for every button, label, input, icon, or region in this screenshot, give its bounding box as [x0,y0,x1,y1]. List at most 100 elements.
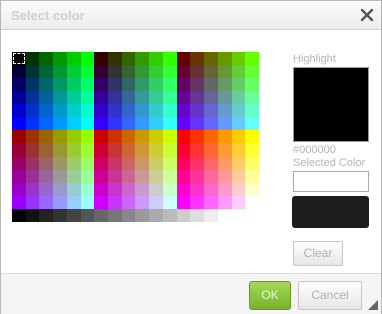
color-swatch-cell[interactable] [162,91,177,105]
color-swatch-cell[interactable] [135,169,150,183]
color-swatch-cell[interactable] [162,143,177,157]
color-swatch-cell[interactable] [94,156,109,170]
color-swatch-cell[interactable] [12,52,26,66]
color-swatch-cell[interactable] [12,182,26,196]
color-swatch-cell[interactable] [217,117,232,131]
color-swatch-cell[interactable] [66,65,81,79]
color-swatch-cell[interactable] [12,169,26,183]
color-swatch-cell[interactable] [108,52,122,66]
color-swatch-cell[interactable] [245,91,259,105]
color-swatch-cell[interactable] [66,104,81,118]
color-swatch-cell[interactable] [135,143,150,157]
color-swatch-cell[interactable] [217,130,232,144]
color-swatch-cell[interactable] [149,91,163,105]
color-swatch-cell[interactable] [231,78,246,92]
color-swatch-cell[interactable] [162,65,177,79]
color-swatch-cell[interactable] [108,78,122,92]
color-swatch-cell[interactable] [53,91,67,105]
color-swatch-cell[interactable] [149,195,163,209]
close-icon[interactable] [359,7,375,23]
color-swatch-cell[interactable] [53,52,67,66]
color-swatch-cell[interactable] [80,117,95,131]
color-swatch-cell[interactable] [39,182,54,196]
color-swatch-cell[interactable] [108,143,122,157]
color-swatch-cell[interactable] [121,117,136,131]
ok-button[interactable]: OK [249,281,291,310]
color-swatch-cell[interactable] [190,182,205,196]
color-swatch-cell[interactable] [66,182,81,196]
color-swatch-cell[interactable] [135,91,150,105]
gray-swatch-cell[interactable] [217,208,232,222]
color-swatch-cell[interactable] [94,91,109,105]
color-swatch-cell[interactable] [108,182,122,196]
color-swatch-cell[interactable] [39,52,54,66]
color-swatch-cell[interactable] [25,143,40,157]
color-swatch-cell[interactable] [108,104,122,118]
color-swatch-cell[interactable] [162,182,177,196]
color-swatch-cell[interactable] [217,156,232,170]
gray-swatch-cell[interactable] [66,208,81,222]
color-swatch-cell[interactable] [80,156,95,170]
color-swatch-cell[interactable] [80,182,95,196]
color-swatch-cell[interactable] [162,169,177,183]
selected-color-input[interactable] [293,171,369,192]
color-swatch-cell[interactable] [190,143,205,157]
color-swatch-cell[interactable] [25,156,40,170]
color-swatch-cell[interactable] [245,65,259,79]
color-swatch-cell[interactable] [25,91,40,105]
color-swatch-cell[interactable] [149,143,163,157]
color-swatch-cell[interactable] [231,143,246,157]
color-swatch-cell[interactable] [204,117,218,131]
color-swatch-cell[interactable] [176,52,191,66]
clear-button[interactable]: Clear [293,241,343,266]
color-swatch-cell[interactable] [66,169,81,183]
gray-swatch-cell[interactable] [94,208,109,222]
color-swatch-cell[interactable] [217,52,232,66]
color-swatch-cell[interactable] [25,104,40,118]
color-swatch-cell[interactable] [162,195,177,209]
color-swatch-cell[interactable] [135,65,150,79]
gray-swatch-cell[interactable] [108,208,122,222]
color-swatch-cell[interactable] [80,65,95,79]
color-swatch-cell[interactable] [176,169,191,183]
color-swatch-cell[interactable] [231,117,246,131]
color-swatch-cell[interactable] [231,130,246,144]
color-swatch-cell[interactable] [190,156,205,170]
color-swatch-cell[interactable] [176,182,191,196]
color-swatch-cell[interactable] [94,130,109,144]
cancel-button[interactable]: Cancel [298,281,362,310]
color-swatch-cell[interactable] [66,117,81,131]
gray-swatch-cell[interactable] [176,208,191,222]
color-swatch-cell[interactable] [217,65,232,79]
color-swatch-cell[interactable] [245,52,259,66]
color-swatch-cell[interactable] [53,195,67,209]
color-swatch-cell[interactable] [121,78,136,92]
color-swatch-cell[interactable] [121,156,136,170]
color-swatch-cell[interactable] [231,195,246,209]
color-swatch-cell[interactable] [121,195,136,209]
color-swatch-cell[interactable] [94,117,109,131]
color-swatch-cell[interactable] [204,78,218,92]
color-swatch-cell[interactable] [176,78,191,92]
color-swatch-cell[interactable] [149,52,163,66]
gray-swatch-cell[interactable] [25,208,40,222]
color-swatch-cell[interactable] [39,78,54,92]
color-swatch-cell[interactable] [149,117,163,131]
color-swatch-cell[interactable] [176,65,191,79]
color-swatch-cell[interactable] [149,130,163,144]
color-swatch-cell[interactable] [217,169,232,183]
color-swatch-cell[interactable] [190,65,205,79]
color-swatch-cell[interactable] [108,156,122,170]
color-swatch-cell[interactable] [245,130,259,144]
gray-swatch-cell[interactable] [121,208,136,222]
color-swatch-cell[interactable] [231,104,246,118]
color-swatch-cell[interactable] [149,104,163,118]
color-swatch-cell[interactable] [94,52,109,66]
color-swatch-cell[interactable] [162,117,177,131]
color-swatch-cell[interactable] [135,130,150,144]
color-swatch-cell[interactable] [39,104,54,118]
color-swatch-cell[interactable] [80,52,95,66]
color-swatch-cell[interactable] [80,143,95,157]
gray-swatch-cell[interactable] [162,208,177,222]
color-swatch-cell[interactable] [94,104,109,118]
